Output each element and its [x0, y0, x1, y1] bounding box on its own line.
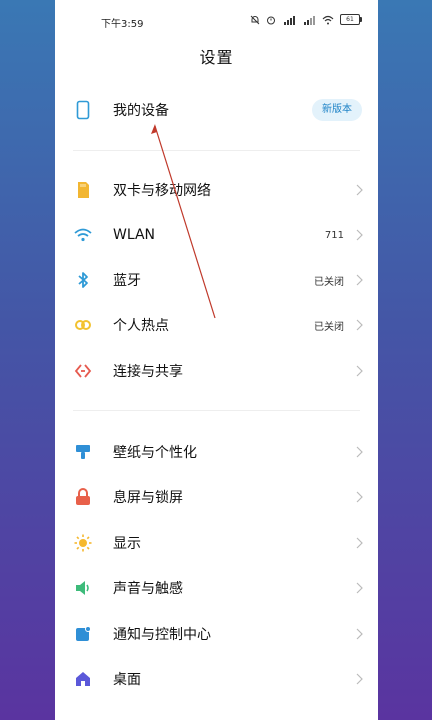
wifi-icon — [73, 225, 93, 245]
status-time: 下午3:59 — [101, 19, 144, 30]
hotspot-label: 个人热点 — [113, 318, 169, 334]
chevron-right-icon — [354, 445, 364, 459]
bluetooth-icon — [73, 270, 93, 290]
settings-item-hotspot[interactable]: 个人热点 已关闭 — [55, 305, 378, 345]
alarm-icon — [267, 16, 275, 24]
wallpaper-label: 壁纸与个性化 — [113, 445, 197, 461]
my-device-label: 我的设备 — [113, 103, 169, 119]
settings-item-lockscreen[interactable]: 息屏与锁屏 — [55, 477, 378, 517]
chevron-right-icon — [354, 364, 364, 378]
sim-label: 双卡与移动网络 — [113, 183, 211, 199]
signal-sim2-icon — [304, 15, 315, 25]
settings-item-sound[interactable]: 声音与触感 — [55, 568, 378, 608]
display-label: 显示 — [113, 536, 141, 552]
wlan-value: 711 — [324, 229, 344, 241]
home-icon — [73, 669, 93, 689]
mute-bell-icon — [250, 15, 260, 24]
settings-item-desktop[interactable]: 桌面 — [55, 659, 378, 699]
chevron-right-icon — [354, 672, 364, 686]
chevron-right-icon — [354, 183, 364, 197]
status-bar: 下午3:59 61 — [55, 0, 378, 40]
settings-item-notification[interactable]: 通知与控制中心 — [55, 614, 378, 654]
settings-screen: 下午3:59 61 设置 我的设备 新版本 双卡与移动网络 WLAN 711 蓝… — [55, 0, 378, 720]
wifi-status-icon — [322, 15, 334, 24]
hotspot-value: 已关闭 — [314, 321, 344, 333]
share-connect-icon — [73, 361, 93, 381]
hotspot-icon — [73, 315, 93, 335]
sun-icon — [73, 533, 93, 553]
divider — [73, 410, 360, 411]
share-label: 连接与共享 — [113, 364, 183, 380]
chevron-right-icon — [354, 536, 364, 550]
new-version-badge[interactable]: 新版本 — [312, 99, 362, 121]
brush-icon — [73, 442, 93, 462]
chevron-right-icon — [354, 318, 364, 332]
settings-item-wallpaper[interactable]: 壁纸与个性化 — [55, 432, 378, 472]
settings-item-bluetooth[interactable]: 蓝牙 已关闭 — [55, 260, 378, 300]
page-title: 设置 — [199, 48, 234, 67]
phone-icon — [73, 100, 93, 120]
bluetooth-value: 已关闭 — [314, 276, 344, 288]
notification-icon — [73, 624, 93, 644]
battery-icon: 61 — [340, 14, 362, 25]
sound-label: 声音与触感 — [113, 581, 183, 597]
divider — [73, 150, 360, 151]
chevron-right-icon — [354, 627, 364, 641]
notification-label: 通知与控制中心 — [113, 627, 211, 643]
settings-item-sim[interactable]: 双卡与移动网络 — [55, 170, 378, 210]
chevron-right-icon — [354, 490, 364, 504]
signal-sim1-icon — [284, 15, 295, 25]
speaker-icon — [73, 578, 93, 598]
settings-item-share[interactable]: 连接与共享 — [55, 351, 378, 391]
chevron-right-icon — [354, 228, 364, 242]
bluetooth-label: 蓝牙 — [113, 273, 141, 289]
settings-item-wlan[interactable]: WLAN 711 — [55, 215, 378, 255]
wlan-label: WLAN — [113, 227, 156, 243]
status-icons: 61 — [250, 14, 362, 25]
settings-item-display[interactable]: 显示 — [55, 523, 378, 563]
lock-icon — [73, 487, 93, 507]
desktop-label: 桌面 — [113, 672, 141, 688]
lockscreen-label: 息屏与锁屏 — [113, 490, 183, 506]
my-device-row[interactable]: 我的设备 新版本 — [55, 90, 378, 130]
chevron-right-icon — [354, 581, 364, 595]
sim-card-icon — [73, 180, 93, 200]
chevron-right-icon — [354, 273, 364, 287]
